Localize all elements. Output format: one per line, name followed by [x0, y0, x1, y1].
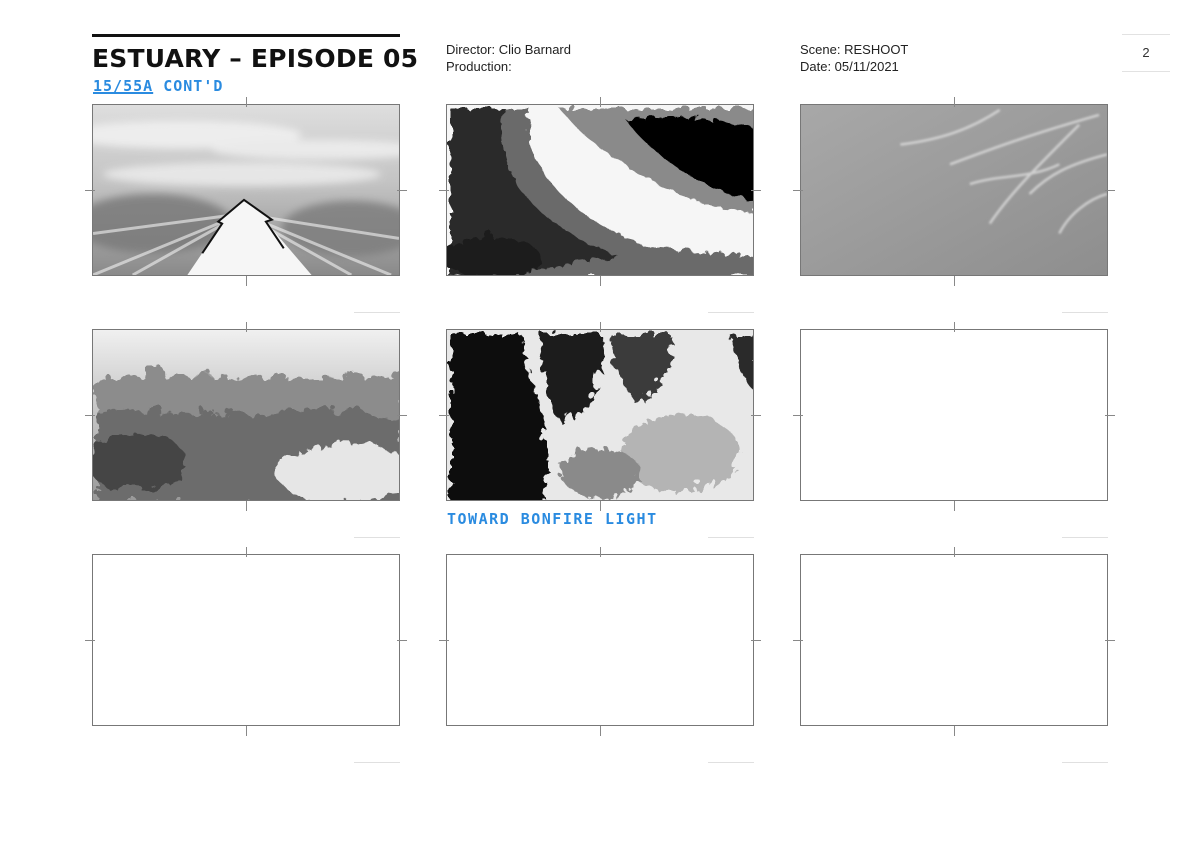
tick-mark — [85, 640, 95, 641]
production-label: Production: — [446, 59, 512, 74]
caption-line — [1062, 762, 1108, 763]
caption-line — [354, 312, 400, 313]
storyboard-panel-9[interactable] — [800, 554, 1108, 726]
tick-mark — [246, 322, 247, 332]
panel-4-sketch — [93, 330, 399, 500]
tick-mark — [439, 415, 449, 416]
storyboard-panel-5[interactable] — [446, 329, 754, 501]
tick-mark — [397, 415, 407, 416]
tick-mark — [600, 726, 601, 736]
tick-mark — [954, 726, 955, 736]
tick-mark — [954, 547, 955, 557]
caption-line — [708, 537, 754, 538]
caption-line — [1062, 537, 1108, 538]
storyboard-panel-7[interactable] — [92, 554, 400, 726]
tick-mark — [439, 190, 449, 191]
panel-5-note: TOWARD BONFIRE LIGHT — [447, 510, 658, 528]
tick-mark — [600, 322, 601, 332]
tick-mark — [600, 547, 601, 557]
storyboard-panel-2[interactable] — [446, 104, 754, 276]
tick-mark — [246, 501, 247, 511]
tick-mark — [1105, 640, 1115, 641]
panel-1-sketch — [93, 105, 399, 275]
tick-mark — [954, 501, 955, 511]
tick-mark — [600, 97, 601, 107]
storyboard-panel-8[interactable] — [446, 554, 754, 726]
tick-mark — [439, 640, 449, 641]
caption-line — [354, 537, 400, 538]
tick-mark — [397, 190, 407, 191]
caption-line — [1062, 312, 1108, 313]
storyboard-panel-6[interactable] — [800, 329, 1108, 501]
tick-mark — [600, 501, 601, 511]
panel-3-sketch — [801, 105, 1107, 275]
tick-mark — [793, 415, 803, 416]
scene-label: Scene: RESHOOT — [800, 42, 909, 57]
tick-mark — [397, 640, 407, 641]
tick-mark — [751, 415, 761, 416]
tick-mark — [954, 97, 955, 107]
caption-line — [708, 762, 754, 763]
page-number: 2 — [1122, 34, 1170, 72]
tick-mark — [1105, 190, 1115, 191]
page-title: ESTUARY – EPISODE 05 — [92, 44, 419, 73]
caption-line — [708, 312, 754, 313]
storyboard-panel-3[interactable] — [800, 104, 1108, 276]
tick-mark — [246, 276, 247, 286]
shot-number: 15/55A — [93, 77, 154, 95]
tick-mark — [85, 415, 95, 416]
director-label: Director: Clio Barnard — [446, 42, 571, 57]
tick-mark — [954, 322, 955, 332]
tick-mark — [246, 726, 247, 736]
tick-mark — [751, 190, 761, 191]
credits-block: Director: Clio Barnard Production: — [446, 41, 571, 75]
shot-number-note: 15/55A CONT'D — [93, 77, 223, 95]
caption-line — [354, 762, 400, 763]
title-rule — [92, 34, 400, 37]
tick-mark — [85, 190, 95, 191]
scene-block: Scene: RESHOOT Date: 05/11/2021 — [800, 41, 908, 75]
tick-mark — [793, 190, 803, 191]
date-label: Date: 05/11/2021 — [800, 59, 899, 74]
tick-mark — [246, 547, 247, 557]
tick-mark — [1105, 415, 1115, 416]
storyboard-panel-1[interactable] — [92, 104, 400, 276]
shot-suffix: CONT'D — [163, 77, 224, 95]
tick-mark — [246, 97, 247, 107]
panel-2-sketch — [447, 105, 753, 275]
panel-5-sketch — [447, 330, 753, 500]
tick-mark — [600, 276, 601, 286]
tick-mark — [954, 276, 955, 286]
storyboard-panel-4[interactable] — [92, 329, 400, 501]
tick-mark — [793, 640, 803, 641]
tick-mark — [751, 640, 761, 641]
